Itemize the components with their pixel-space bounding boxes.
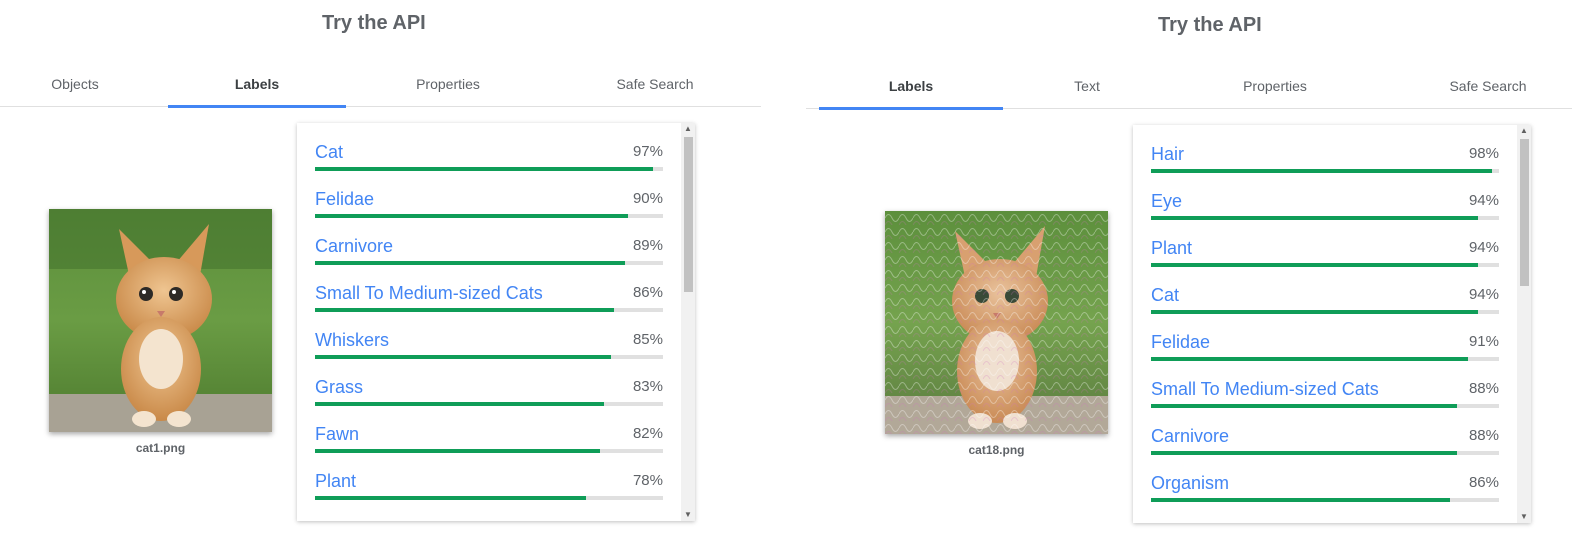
list-item: Eye 94% bbox=[1151, 172, 1499, 220]
label-score: 98% bbox=[1468, 145, 1499, 162]
list-item: Fawn 82% bbox=[315, 405, 663, 453]
page-title: Try the API bbox=[1158, 14, 1262, 36]
tab-safe-search[interactable]: Safe Search bbox=[565, 67, 745, 107]
list-item: Cat 94% bbox=[1151, 266, 1499, 314]
label-score: 86% bbox=[1468, 474, 1499, 491]
labels-results-list[interactable]: Cat 97% Felidae 90% Carnivore 89% Small … bbox=[297, 123, 695, 521]
label-name[interactable]: Hair bbox=[1151, 144, 1184, 165]
label-score: 82% bbox=[632, 425, 663, 442]
tab-bar: Labels Text Properties Safe Search bbox=[806, 69, 1572, 110]
label-name[interactable]: Plant bbox=[315, 471, 356, 492]
list-item: Carnivore 89% bbox=[315, 217, 663, 265]
image-container: cat1.png bbox=[49, 209, 272, 455]
label-name[interactable]: Cat bbox=[1151, 285, 1179, 306]
label-name[interactable]: Carnivore bbox=[315, 236, 393, 257]
label-name[interactable]: Grass bbox=[315, 377, 363, 398]
label-score: 88% bbox=[1468, 427, 1499, 444]
label-score: 83% bbox=[632, 378, 663, 395]
label-score: 89% bbox=[632, 237, 663, 254]
list-item: Grass 83% bbox=[315, 358, 663, 406]
label-name[interactable]: Plant bbox=[1151, 238, 1192, 259]
label-name[interactable]: Felidae bbox=[315, 189, 374, 210]
label-score: 97% bbox=[632, 143, 663, 160]
scroll-down-arrow-icon[interactable]: ▼ bbox=[1517, 511, 1531, 523]
tab-text[interactable]: Text bbox=[1016, 69, 1158, 109]
label-name[interactable]: Cat bbox=[315, 142, 343, 163]
list-item: Carnivore 88% bbox=[1151, 407, 1499, 455]
tab-properties[interactable]: Properties bbox=[1185, 69, 1365, 109]
label-score: 94% bbox=[1468, 286, 1499, 303]
image-caption: cat1.png bbox=[135, 441, 186, 455]
score-bar-fill bbox=[1151, 498, 1451, 502]
label-name[interactable]: Carnivore bbox=[1151, 426, 1229, 447]
score-bar-track bbox=[1151, 498, 1499, 502]
image-caption: cat18.png bbox=[968, 443, 1025, 457]
labels-results-list[interactable]: Hair 98% Eye 94% Plant 94% Cat 94% Felid… bbox=[1133, 125, 1531, 523]
scroll-down-arrow-icon[interactable]: ▼ bbox=[681, 509, 695, 521]
label-score: 88% bbox=[1468, 380, 1499, 397]
list-item: Plant 94% bbox=[1151, 219, 1499, 267]
list-item: Whiskers 85% bbox=[315, 311, 663, 359]
label-score: 94% bbox=[1468, 239, 1499, 256]
results-scrollbar[interactable]: ▲ ▼ bbox=[681, 123, 695, 521]
score-bar-track bbox=[315, 496, 663, 500]
tab-labels[interactable]: Labels bbox=[819, 69, 1003, 110]
list-item: Cat 97% bbox=[315, 123, 663, 171]
scrollbar-thumb[interactable] bbox=[684, 137, 693, 292]
results-scrollbar[interactable]: ▲ ▼ bbox=[1517, 125, 1531, 523]
label-name[interactable]: Small To Medium-sized Cats bbox=[315, 283, 543, 304]
label-name[interactable]: Organism bbox=[1151, 473, 1229, 494]
label-name[interactable]: Fawn bbox=[315, 424, 359, 445]
image-container: cat18.png bbox=[885, 211, 1108, 457]
label-score: 90% bbox=[632, 190, 663, 207]
label-score: 94% bbox=[1468, 192, 1499, 209]
scroll-up-arrow-icon[interactable]: ▲ bbox=[1517, 125, 1531, 137]
list-item: Plant 78% bbox=[315, 452, 663, 500]
label-score: 78% bbox=[632, 472, 663, 489]
tab-objects[interactable]: Objects bbox=[0, 67, 150, 107]
page-title: Try the API bbox=[322, 12, 426, 34]
right-panel: Try the API Labels Text Properties Safe … bbox=[806, 0, 1572, 544]
score-bar-fill bbox=[315, 496, 587, 500]
label-name[interactable]: Felidae bbox=[1151, 332, 1210, 353]
scrollbar-thumb[interactable] bbox=[1520, 139, 1529, 286]
tab-labels[interactable]: Labels bbox=[168, 67, 346, 108]
list-item: Small To Medium-sized Cats 88% bbox=[1151, 360, 1499, 408]
tab-safe-search[interactable]: Safe Search bbox=[1398, 69, 1572, 109]
list-item: Hair 98% bbox=[1151, 125, 1499, 173]
list-item: Organism 86% bbox=[1151, 454, 1499, 502]
cat-photo bbox=[885, 211, 1108, 434]
label-score: 85% bbox=[632, 331, 663, 348]
list-item: Small To Medium-sized Cats 86% bbox=[315, 264, 663, 312]
list-item: Felidae 91% bbox=[1151, 313, 1499, 361]
label-score: 86% bbox=[632, 284, 663, 301]
cat-photo bbox=[49, 209, 272, 432]
label-name[interactable]: Whiskers bbox=[315, 330, 389, 351]
list-item: Felidae 90% bbox=[315, 170, 663, 218]
tab-bar: Objects Labels Properties Safe Search bbox=[0, 67, 761, 108]
label-name[interactable]: Eye bbox=[1151, 191, 1182, 212]
left-panel: Try the API Objects Labels Properties Sa… bbox=[0, 0, 770, 544]
label-name[interactable]: Small To Medium-sized Cats bbox=[1151, 379, 1379, 400]
label-score: 91% bbox=[1468, 333, 1499, 350]
tab-properties[interactable]: Properties bbox=[358, 67, 538, 107]
scroll-up-arrow-icon[interactable]: ▲ bbox=[681, 123, 695, 135]
